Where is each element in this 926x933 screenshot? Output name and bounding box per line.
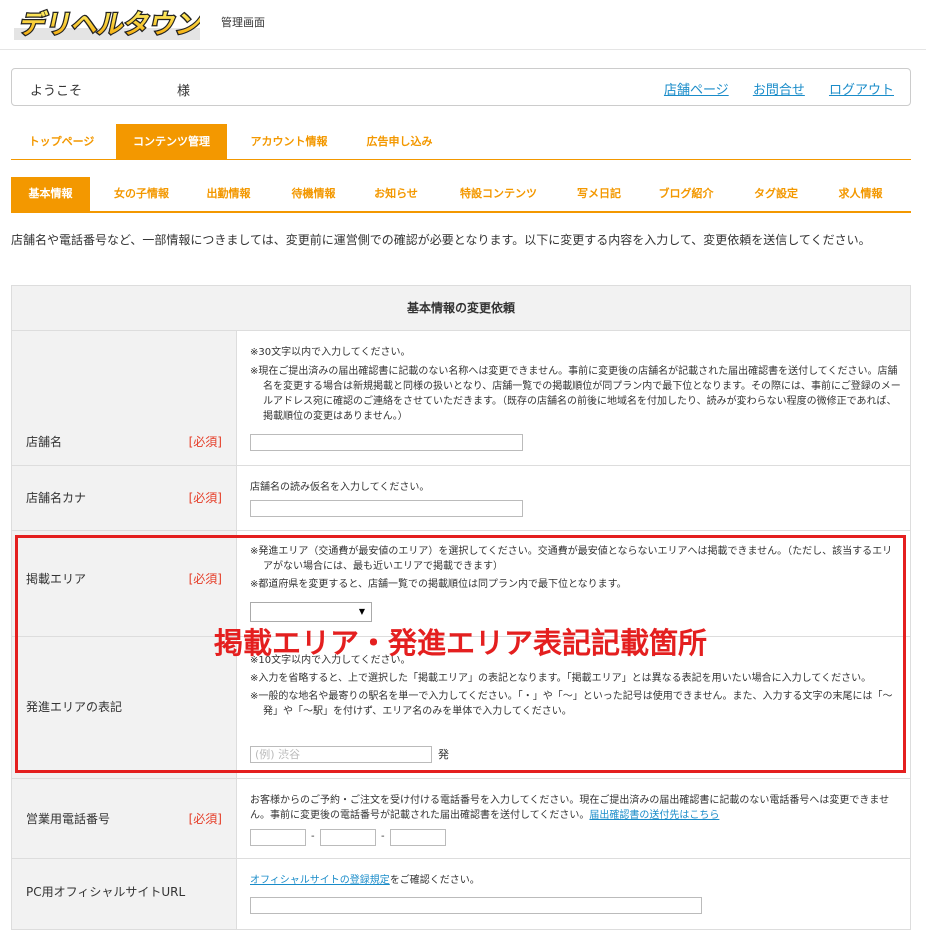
annotation-text: 掲載エリア・発進エリア表記記載箇所 [214,626,708,660]
required-badge: [必須] [188,812,222,826]
departure-note-2: ※入力を省略すると、上で選択した「掲載エリア」の表記となります。「掲載エリア」と… [250,673,872,684]
tab-contents[interactable]: コンテンツ管理 [116,124,227,159]
store-page-link[interactable]: 店舗ページ [664,83,729,98]
required-badge: [必須] [188,435,222,449]
area-select[interactable]: ▼ [250,602,372,622]
row-phone: 営業用電話番号 [必須] お客様からのご予約・ご注文を受け付ける電話番号を入力し… [12,779,910,859]
notice-text: 店舗名や電話番号など、一部情報につきましては、変更前に運営側での確認が必要となり… [11,233,871,247]
subtab-basic-info[interactable]: 基本情報 [11,177,90,211]
store-name-note-1: ※30文字以内で入力してください。 [250,347,411,358]
sub-tabs: 基本情報 女の子情報 出勤情報 待機情報 お知らせ 特設コンテンツ 写メ日記 ブ… [11,177,911,213]
subtab-blog[interactable]: ブログ紹介 [646,177,726,211]
phone-input-3[interactable] [390,829,446,846]
departure-note-3: ※一般的な地名や最寄りの駅名を単一で入力してください。「・」や「〜」といった記号… [250,691,893,717]
store-name-label: 店舗名 [26,435,63,449]
row-pc-url: PC用オフィシャルサイトURL オフィシャルサイトの登録規定をご確認ください。 [12,859,910,929]
departure-input[interactable] [250,746,432,763]
store-kana-note: 店舗名の読み仮名を入力してください。 [250,482,430,493]
site-header: デリヘルタウン 管理画面 [0,0,926,50]
required-badge: [必須] [188,572,222,586]
welcome-bar: ようこそ 様 店舗ページ お問合せ ログアウト [11,68,911,106]
welcome-greeting: ようこそ [30,84,83,99]
area-label: 掲載エリア [26,572,87,586]
phone-input-1[interactable] [250,829,306,846]
notice-address-link[interactable]: 届出確認書の送付先はこちら [589,810,719,821]
subtab-photo-diary[interactable]: 写メ日記 [564,177,634,211]
phone-input-2[interactable] [320,829,376,846]
row-store-name: 店舗名 [必須] ※30文字以内で入力してください。 ※現在ご提出済みの届出確認… [12,331,910,466]
pc-url-label: PC用オフィシャルサイトURL [26,885,186,899]
tab-ad-apply[interactable]: 広告申し込み [357,124,442,159]
header-links: 店舗ページ お問合せ ログアウト [644,79,894,98]
store-name-note-2: ※現在ご提出済みの届出確認書に記載のない名称へは変更できません。事前に変更後の店… [250,366,901,422]
chevron-down-icon: ▼ [358,607,365,616]
site-logo[interactable]: デリヘルタウン [14,6,200,42]
subtab-news[interactable]: お知らせ [361,177,431,211]
area-note-1: ※発進エリア（交通費が最安値のエリア）を選択してください。交通費が最安値とならな… [250,546,893,572]
svg-text:デリヘルタウン: デリヘルタウン [17,9,200,40]
subtab-attendance[interactable]: 出勤情報 [191,177,266,211]
row-store-kana: 店舗名カナ [必須] 店舗名の読み仮名を入力してください。 [12,466,910,531]
departure-label: 発進エリアの表記 [26,700,123,714]
area-note-2: ※都道府県を変更すると、店舗一覧での掲載順位は同プラン内で最下位となります。 [250,579,627,590]
welcome-suffix: 様 [177,84,191,99]
store-name-input[interactable] [250,434,523,451]
phone-label: 営業用電話番号 [26,812,111,826]
tab-top-page[interactable]: トップページ [19,124,104,159]
contact-link[interactable]: お問合せ [753,83,805,98]
phone-note: お客様からのご予約・ご注文を受け付ける電話番号を入力してください。現在ご提出済み… [250,795,890,821]
subtab-standby[interactable]: 待機情報 [276,177,351,211]
main-tabs: トップページ コンテンツ管理 アカウント情報 広告申し込み [11,124,911,160]
required-badge: [必須] [188,491,222,505]
logout-link[interactable]: ログアウト [829,83,894,98]
store-kana-input[interactable] [250,500,523,517]
subtab-tags[interactable]: タグ設定 [741,177,811,211]
form-title: 基本情報の変更依頼 [12,286,910,331]
store-kana-label: 店舗名カナ [26,491,87,505]
pc-url-note: をご確認ください。 [389,875,480,886]
pc-url-input[interactable] [250,897,702,914]
subtab-girls[interactable]: 女の子情報 [104,177,179,211]
site-rules-link[interactable]: オフィシャルサイトの登録規定 [250,875,390,886]
admin-label: 管理画面 [221,16,265,29]
basic-info-form: 基本情報の変更依頼 店舗名 [必須] ※30文字以内で入力してください。 ※現在… [11,285,911,930]
tab-account[interactable]: アカウント情報 [239,124,339,159]
subtab-special[interactable]: 特設コンテンツ [446,177,551,211]
subtab-recruit[interactable]: 求人情報 [823,177,898,211]
departure-suffix: 発 [438,748,449,761]
